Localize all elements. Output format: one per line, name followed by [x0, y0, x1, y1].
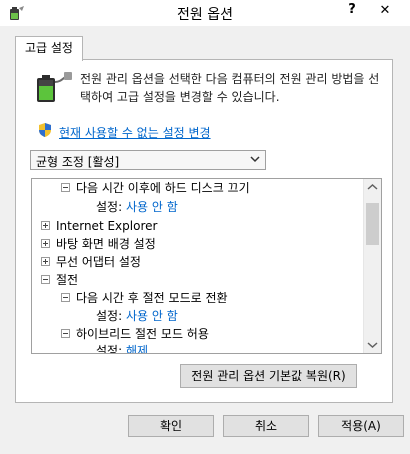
chevron-down-icon	[250, 156, 260, 163]
cancel-button[interactable]: 취소	[223, 415, 309, 437]
tree-item-hybrid-sleep[interactable]: 하이브리드 절전 모드 허용	[61, 325, 209, 343]
tree-item-label: 바탕 화면 배경 설정	[56, 237, 156, 251]
tree-scrollbar[interactable]	[363, 179, 381, 353]
tree-setting-sleep-after[interactable]: 설정: 사용 안 함	[96, 307, 178, 325]
title-bar: 전원 옵션 ? ✕	[0, 0, 410, 26]
tree-item-label: 하이브리드 절전 모드 허용	[76, 327, 209, 341]
description-text: 전원 관리 옵션을 선택한 다음 컴퓨터의 전원 관리 방법을 선택하여 고급 …	[80, 72, 380, 104]
collapse-icon[interactable]	[61, 293, 70, 302]
tree-item-label: Internet Explorer	[56, 219, 158, 233]
battery-plug-icon	[37, 72, 72, 102]
collapse-icon[interactable]	[41, 275, 50, 284]
settings-tree[interactable]: 다음 시간 이후에 하드 디스크 끄기 설정: 사용 안 함 Internet …	[31, 178, 382, 354]
tree-item-label: 다음 시간 이후에 하드 디스크 끄기	[76, 181, 250, 195]
tree-setting-hybrid-sleep[interactable]: 설정: 해제	[96, 342, 148, 354]
collapse-icon[interactable]	[61, 329, 70, 338]
change-unavailable-settings-link[interactable]: 현재 사용할 수 없는 설정 변경	[59, 124, 211, 141]
scroll-down-icon[interactable]	[364, 336, 381, 353]
tree-item-label: 다음 시간 후 절전 모드로 전환	[76, 291, 228, 305]
setting-key: 설정:	[96, 344, 123, 354]
tree-item-label: 무선 어댑터 설정	[56, 255, 141, 269]
help-button[interactable]: ?	[342, 1, 362, 21]
power-plan-select[interactable]: 균형 조정 [활성]	[30, 150, 266, 170]
setting-value[interactable]: 사용 안 함	[126, 309, 178, 323]
uac-shield-icon	[39, 123, 51, 137]
power-plan-select-value: 균형 조정 [활성]	[36, 155, 120, 169]
scroll-up-icon[interactable]	[364, 179, 381, 196]
apply-button[interactable]: 적용(A)	[318, 415, 404, 437]
collapse-icon[interactable]	[61, 183, 70, 192]
tree-setting-hard-disk-off[interactable]: 설정: 사용 안 함	[96, 198, 178, 216]
tree-item-hard-disk-off[interactable]: 다음 시간 이후에 하드 디스크 끄기	[61, 179, 250, 197]
tree-item-label: 절전	[56, 273, 79, 287]
tree-item-desktop-background[interactable]: 바탕 화면 배경 설정	[41, 235, 156, 253]
setting-value[interactable]: 해제	[126, 344, 148, 353]
scrollbar-thumb[interactable]	[366, 203, 379, 245]
expand-icon[interactable]	[41, 239, 50, 248]
setting-key: 설정:	[96, 200, 123, 214]
settings-tree-content: 다음 시간 이후에 하드 디스크 끄기 설정: 사용 안 함 Internet …	[32, 179, 365, 354]
tree-item-wireless-adapter[interactable]: 무선 어댑터 설정	[41, 253, 141, 271]
expand-icon[interactable]	[41, 257, 50, 266]
tree-item-internet-explorer[interactable]: Internet Explorer	[41, 217, 157, 235]
ok-button[interactable]: 확인	[128, 415, 214, 437]
tree-item-sleep-after[interactable]: 다음 시간 후 절전 모드로 전환	[61, 289, 228, 307]
expand-icon[interactable]	[41, 221, 50, 230]
setting-key: 설정:	[96, 309, 123, 323]
setting-value[interactable]: 사용 안 함	[126, 200, 178, 214]
close-button[interactable]: ✕	[368, 1, 402, 21]
tree-item-sleep[interactable]: 절전	[41, 271, 78, 289]
restore-defaults-button[interactable]: 전원 관리 옵션 기본값 복원(R)	[180, 364, 357, 388]
tab-advanced-settings[interactable]: 고급 설정	[15, 36, 83, 61]
